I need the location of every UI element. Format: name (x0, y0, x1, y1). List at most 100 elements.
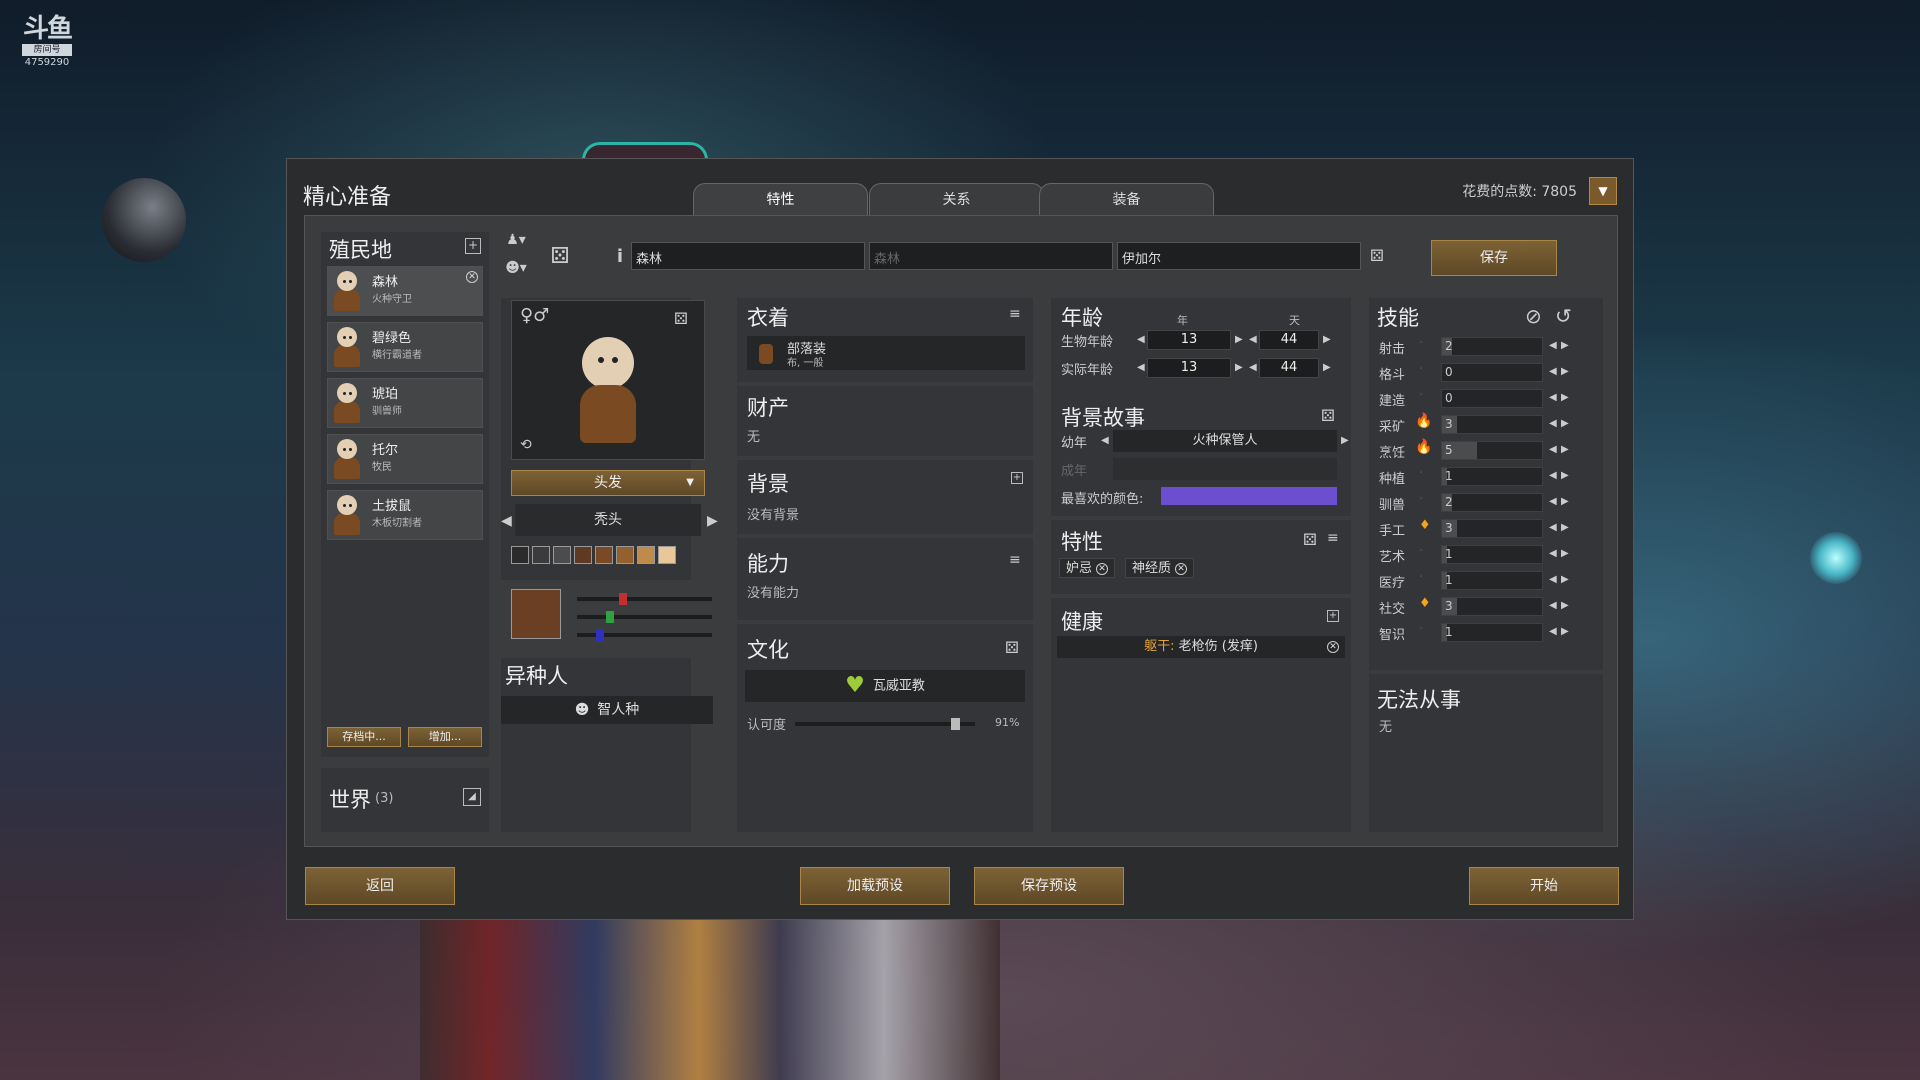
skill-increase-arrow[interactable]: ▶ (1561, 626, 1569, 637)
chron-day-inc[interactable]: ▶ (1323, 362, 1331, 373)
randomize-appearance-icon[interactable]: ⚄ (674, 309, 688, 328)
chron-day-dec[interactable]: ◀ (1249, 362, 1257, 373)
skill-decrease-arrow[interactable]: ◀ (1549, 340, 1557, 351)
color-slider-knob[interactable] (618, 593, 627, 605)
skill-level-bar[interactable]: 3 (1441, 519, 1543, 538)
save-button[interactable]: 保存 (1431, 240, 1557, 276)
points-dropdown-button[interactable]: ▼ (1589, 177, 1617, 205)
add-background-icon[interactable]: + (1011, 472, 1023, 484)
passion-none-icon[interactable]: · (1419, 492, 1423, 507)
skill-level-bar[interactable]: 3 (1441, 415, 1543, 434)
skill-level-bar[interactable]: 3 (1441, 597, 1543, 616)
back-button[interactable]: 返回 (305, 867, 455, 905)
colonist-list-item[interactable]: 琥珀 驯兽师 (327, 378, 483, 428)
skill-decrease-arrow[interactable]: ◀ (1549, 548, 1557, 559)
passion-major-icon[interactable]: 🔥 (1415, 413, 1432, 429)
hair-color-swatch[interactable] (595, 546, 613, 564)
head-type-icon[interactable]: ☻▾ (501, 260, 531, 282)
skill-decrease-arrow[interactable]: ◀ (1549, 366, 1557, 377)
remove-trait-icon[interactable]: ✕ (1096, 562, 1109, 575)
hair-color-swatch[interactable] (658, 546, 676, 564)
bio-day-value[interactable]: 44 (1259, 330, 1319, 350)
bio-year-dec[interactable]: ◀ (1137, 334, 1145, 345)
load-preset-button[interactable]: 加载预设 (800, 867, 950, 905)
last-name-input[interactable]: 伊加尔 (1117, 242, 1361, 270)
skill-level-bar[interactable]: 1 (1441, 545, 1543, 564)
archive-button[interactable]: 存档中... (327, 727, 401, 747)
colonist-list-item[interactable]: 土拔鼠 木板切割者 (327, 490, 483, 540)
passion-none-icon[interactable]: · (1419, 388, 1423, 403)
bio-year-value[interactable]: 13 (1147, 330, 1231, 350)
hair-color-swatch[interactable] (511, 546, 529, 564)
passion-major-icon[interactable]: 🔥 (1415, 439, 1432, 455)
tab-traits[interactable]: 特性 (693, 183, 868, 215)
world-map-icon[interactable]: ◢ (463, 788, 481, 806)
colonist-list-item[interactable]: 托尔 牧民 (327, 434, 483, 484)
skill-decrease-arrow[interactable]: ◀ (1549, 418, 1557, 429)
skill-decrease-arrow[interactable]: ◀ (1549, 522, 1557, 533)
hair-color-swatch[interactable] (637, 546, 655, 564)
skill-increase-arrow[interactable]: ▶ (1561, 340, 1569, 351)
hair-color-swatch[interactable] (553, 546, 571, 564)
apparel-list-icon[interactable]: ≡ (1009, 306, 1021, 322)
childhood-value[interactable]: 火种保管人 (1113, 430, 1337, 452)
remove-hediff-icon[interactable]: ✕ (1327, 641, 1339, 653)
first-name-input[interactable]: 森林 (631, 242, 865, 270)
skill-level-bar[interactable]: 2 (1441, 337, 1543, 356)
skill-increase-arrow[interactable]: ▶ (1561, 470, 1569, 481)
skill-level-bar[interactable]: 1 (1441, 623, 1543, 642)
culture-dice-icon[interactable]: ⚄ (1005, 638, 1019, 657)
hair-color-swatch[interactable] (532, 546, 550, 564)
hair-next-arrow[interactable]: ▶ (707, 513, 718, 529)
add-colonist-icon[interactable]: + (465, 238, 481, 254)
skill-decrease-arrow[interactable]: ◀ (1549, 600, 1557, 611)
skill-level-bar[interactable]: 0 (1441, 389, 1543, 408)
trait-chip-neurotic[interactable]: 神经质 ✕ (1125, 558, 1195, 578)
ideoligion-button[interactable]: ♥ 瓦威亚教 (745, 670, 1025, 702)
skill-decrease-arrow[interactable]: ◀ (1549, 392, 1557, 403)
skill-level-bar[interactable]: 0 (1441, 363, 1543, 382)
bio-day-inc[interactable]: ▶ (1323, 334, 1331, 345)
info-icon[interactable]: i (613, 246, 627, 267)
passion-none-icon[interactable]: · (1419, 362, 1423, 377)
add-button[interactable]: 增加... (408, 727, 482, 747)
hair-select-dropdown[interactable]: 头发 ▼ (511, 470, 705, 496)
clear-skills-icon[interactable]: ⊘ (1525, 304, 1542, 328)
traits-dice-icon[interactable]: ⚄ (1303, 530, 1317, 549)
reset-skills-icon[interactable]: ↺ (1555, 304, 1572, 328)
tab-gear[interactable]: 装备 (1039, 183, 1214, 215)
skill-increase-arrow[interactable]: ▶ (1561, 444, 1569, 455)
abilities-list-icon[interactable]: ≡ (1009, 552, 1021, 568)
bio-day-dec[interactable]: ◀ (1249, 334, 1257, 345)
passion-none-icon[interactable]: · (1419, 622, 1423, 637)
backstory-dice-icon[interactable]: ⚄ (1321, 406, 1335, 425)
color-slider-knob[interactable] (596, 629, 605, 641)
skill-increase-arrow[interactable]: ▶ (1561, 600, 1569, 611)
skill-level-bar[interactable]: 2 (1441, 493, 1543, 512)
randomize-dice-icon[interactable]: ⚄ (545, 244, 575, 274)
start-button[interactable]: 开始 (1469, 867, 1619, 905)
skill-increase-arrow[interactable]: ▶ (1561, 418, 1569, 429)
skill-increase-arrow[interactable]: ▶ (1561, 548, 1569, 559)
chron-year-value[interactable]: 13 (1147, 358, 1231, 378)
rotate-portrait-icon[interactable]: ⟲ (520, 437, 532, 453)
remove-colonist-icon[interactable]: ✕ (466, 271, 478, 283)
passion-none-icon[interactable]: · (1419, 544, 1423, 559)
colonist-list-item[interactable]: 碧绿色 横行霸道者 (327, 322, 483, 372)
skill-increase-arrow[interactable]: ▶ (1561, 366, 1569, 377)
nickname-input[interactable]: 森林 (869, 242, 1113, 270)
certainty-knob[interactable] (950, 718, 960, 730)
skill-decrease-arrow[interactable]: ◀ (1549, 444, 1557, 455)
chron-year-inc[interactable]: ▶ (1235, 362, 1243, 373)
skill-level-bar[interactable]: 1 (1441, 571, 1543, 590)
add-hediff-icon[interactable]: + (1327, 610, 1339, 622)
passion-none-icon[interactable]: · (1419, 466, 1423, 481)
xenotype-button[interactable]: ☻ 智人种 (501, 696, 713, 724)
tab-relations[interactable]: 关系 (869, 183, 1044, 215)
skill-decrease-arrow[interactable]: ◀ (1549, 574, 1557, 585)
body-type-icon[interactable]: ♟▾ (501, 232, 531, 254)
skill-level-bar[interactable]: 1 (1441, 467, 1543, 486)
chron-year-dec[interactable]: ◀ (1137, 362, 1145, 373)
skill-decrease-arrow[interactable]: ◀ (1549, 496, 1557, 507)
childhood-prev[interactable]: ◀ (1101, 435, 1109, 446)
